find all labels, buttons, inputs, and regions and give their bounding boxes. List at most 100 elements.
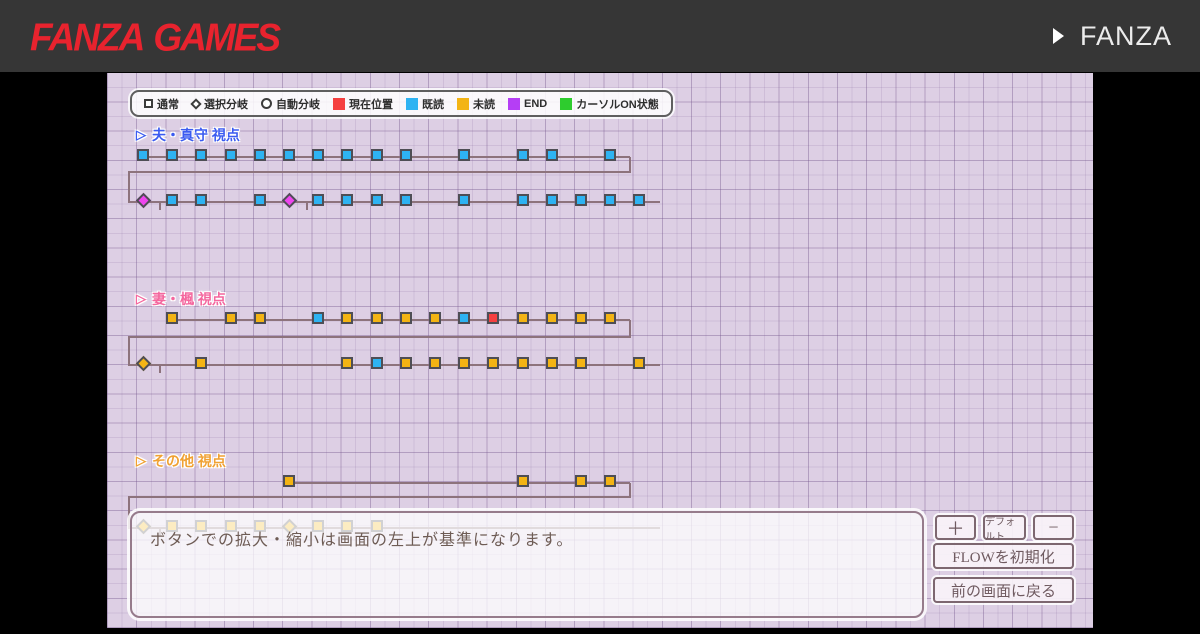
connector-line — [629, 320, 631, 337]
logo-text-games: GAMES — [153, 15, 281, 59]
flow-node-unread[interactable] — [604, 475, 617, 487]
flow-node-read[interactable] — [604, 194, 617, 206]
header-right-group[interactable]: FANZA — [1052, 0, 1172, 72]
logo-text-fanza: FANZA — [30, 15, 145, 59]
legend-item-5: 未読 — [457, 96, 495, 112]
play-arrow-icon — [1052, 28, 1064, 44]
flow-node-read[interactable] — [545, 194, 558, 206]
current-icon — [333, 97, 345, 110]
legend-item-6: END — [508, 97, 548, 110]
flow-node-read[interactable] — [224, 149, 237, 161]
legend-item-0: 通常 — [144, 96, 179, 112]
flow-node-unread[interactable] — [516, 357, 529, 369]
flow-node-unread[interactable] — [604, 312, 617, 324]
section-label-text: 夫・真守 視点 — [152, 127, 240, 143]
flow-node-unread[interactable] — [633, 357, 646, 369]
flow-node-unread[interactable] — [399, 357, 412, 369]
legend-label: カーソルON状態 — [576, 98, 659, 111]
flow-node-read[interactable] — [312, 312, 325, 324]
flow-node-unread[interactable] — [545, 357, 558, 369]
flow-node-read[interactable] — [575, 194, 587, 206]
flow-node-read[interactable] — [283, 149, 295, 161]
section-label-wife-kaede: ▷ 妻・楓 視点 — [136, 289, 226, 309]
flow-node-read[interactable] — [166, 149, 179, 161]
cursor-icon — [560, 97, 573, 110]
flow-node-unread[interactable] — [575, 312, 587, 324]
flow-node-read[interactable] — [370, 194, 383, 206]
connector-line — [128, 171, 631, 173]
legend-item-3: 現在位置 — [333, 96, 393, 112]
flow-node-read[interactable] — [341, 149, 354, 161]
flow-node-read[interactable] — [458, 312, 471, 324]
circle-outline-icon — [261, 98, 272, 109]
site-header: FANZA GAMES FANZA — [0, 0, 1200, 72]
flow-node-unread[interactable] — [458, 357, 471, 369]
zoom-in-button[interactable]: ＋ — [935, 515, 976, 540]
flow-node-read[interactable] — [399, 149, 412, 161]
flow-node-read[interactable] — [137, 149, 149, 161]
header-fanza-label: FANZA — [1079, 20, 1172, 51]
flow-node-choice_read-branch[interactable] — [281, 192, 297, 208]
flow-node-unread[interactable] — [166, 312, 179, 324]
flow-node-read[interactable] — [516, 149, 529, 161]
section-label-text: その他 視点 — [152, 453, 226, 469]
flow-node-current[interactable] — [487, 312, 500, 324]
flow-node-unread[interactable] — [575, 357, 587, 369]
flow-node-unread[interactable] — [253, 312, 266, 324]
section-triangle-icon: ▷ — [136, 453, 146, 468]
flow-node-choice_read-branch[interactable] — [135, 192, 151, 208]
flow-reset-button[interactable]: FLOWを初期化 — [933, 543, 1074, 569]
flow-node-unread[interactable] — [283, 475, 295, 487]
flow-node-unread[interactable] — [370, 312, 383, 324]
flow-node-read[interactable] — [312, 194, 325, 206]
legend-label: 既読 — [422, 98, 444, 111]
end-icon — [508, 97, 520, 110]
flow-node-unread[interactable] — [429, 312, 441, 324]
flow-node-read[interactable] — [370, 149, 383, 161]
flow-node-unread[interactable] — [224, 312, 237, 324]
flow-node-read[interactable] — [516, 194, 529, 206]
flow-node-unread[interactable] — [575, 475, 587, 487]
fanza-games-logo[interactable]: FANZA GAMES — [30, 15, 281, 60]
zoom-default-button[interactable]: デフォルト — [983, 515, 1026, 543]
flow-node-unread[interactable] — [516, 475, 529, 487]
flow-node-unread[interactable] — [487, 357, 500, 369]
flow-node-unread-branch[interactable] — [135, 355, 151, 371]
flow-node-read[interactable] — [195, 194, 208, 206]
connector-line — [159, 365, 161, 373]
flow-node-read[interactable] — [195, 149, 208, 161]
legend-label: 現在位置 — [349, 98, 393, 111]
flow-node-read[interactable] — [341, 194, 354, 206]
connector-line — [128, 336, 631, 338]
flow-node-unread[interactable] — [399, 312, 412, 324]
flow-node-read[interactable] — [633, 194, 646, 206]
flow-node-unread[interactable] — [545, 312, 558, 324]
square-outline-icon — [144, 99, 153, 108]
flow-node-read[interactable] — [166, 194, 179, 206]
flow-node-unread[interactable] — [341, 312, 354, 324]
flow-node-unread[interactable] — [195, 357, 208, 369]
flowchart-screen: 通常 選択分岐 自動分岐 現在位置 既読 未読 END カーソルON状態 ▷ 夫・真守 視点 ▷ 妻… — [107, 73, 1093, 628]
legend-label: END — [524, 97, 548, 110]
diamond-outline-icon — [190, 97, 202, 110]
zoom-out-button[interactable]: − — [1033, 515, 1074, 540]
section-label-others: ▷ その他 視点 — [136, 451, 226, 471]
connector-line — [306, 202, 308, 210]
read-icon — [406, 97, 418, 110]
flow-node-read[interactable] — [458, 194, 471, 206]
flow-node-unread[interactable] — [429, 357, 441, 369]
flow-node-read[interactable] — [312, 149, 325, 161]
flow-node-read[interactable] — [370, 357, 383, 369]
flow-node-read[interactable] — [253, 194, 266, 206]
flow-node-read[interactable] — [458, 149, 471, 161]
legend-item-7: カーソルON状態 — [560, 96, 659, 112]
flow-node-unread[interactable] — [341, 357, 354, 369]
flow-node-read[interactable] — [253, 149, 266, 161]
flow-node-read[interactable] — [399, 194, 412, 206]
flow-node-read[interactable] — [545, 149, 558, 161]
flow-node-read[interactable] — [604, 149, 617, 161]
section-label-husband-masamori: ▷ 夫・真守 視点 — [136, 125, 240, 145]
flow-node-unread[interactable] — [516, 312, 529, 324]
back-button[interactable]: 前の画面に戻る — [933, 577, 1074, 603]
connector-line — [159, 202, 161, 210]
